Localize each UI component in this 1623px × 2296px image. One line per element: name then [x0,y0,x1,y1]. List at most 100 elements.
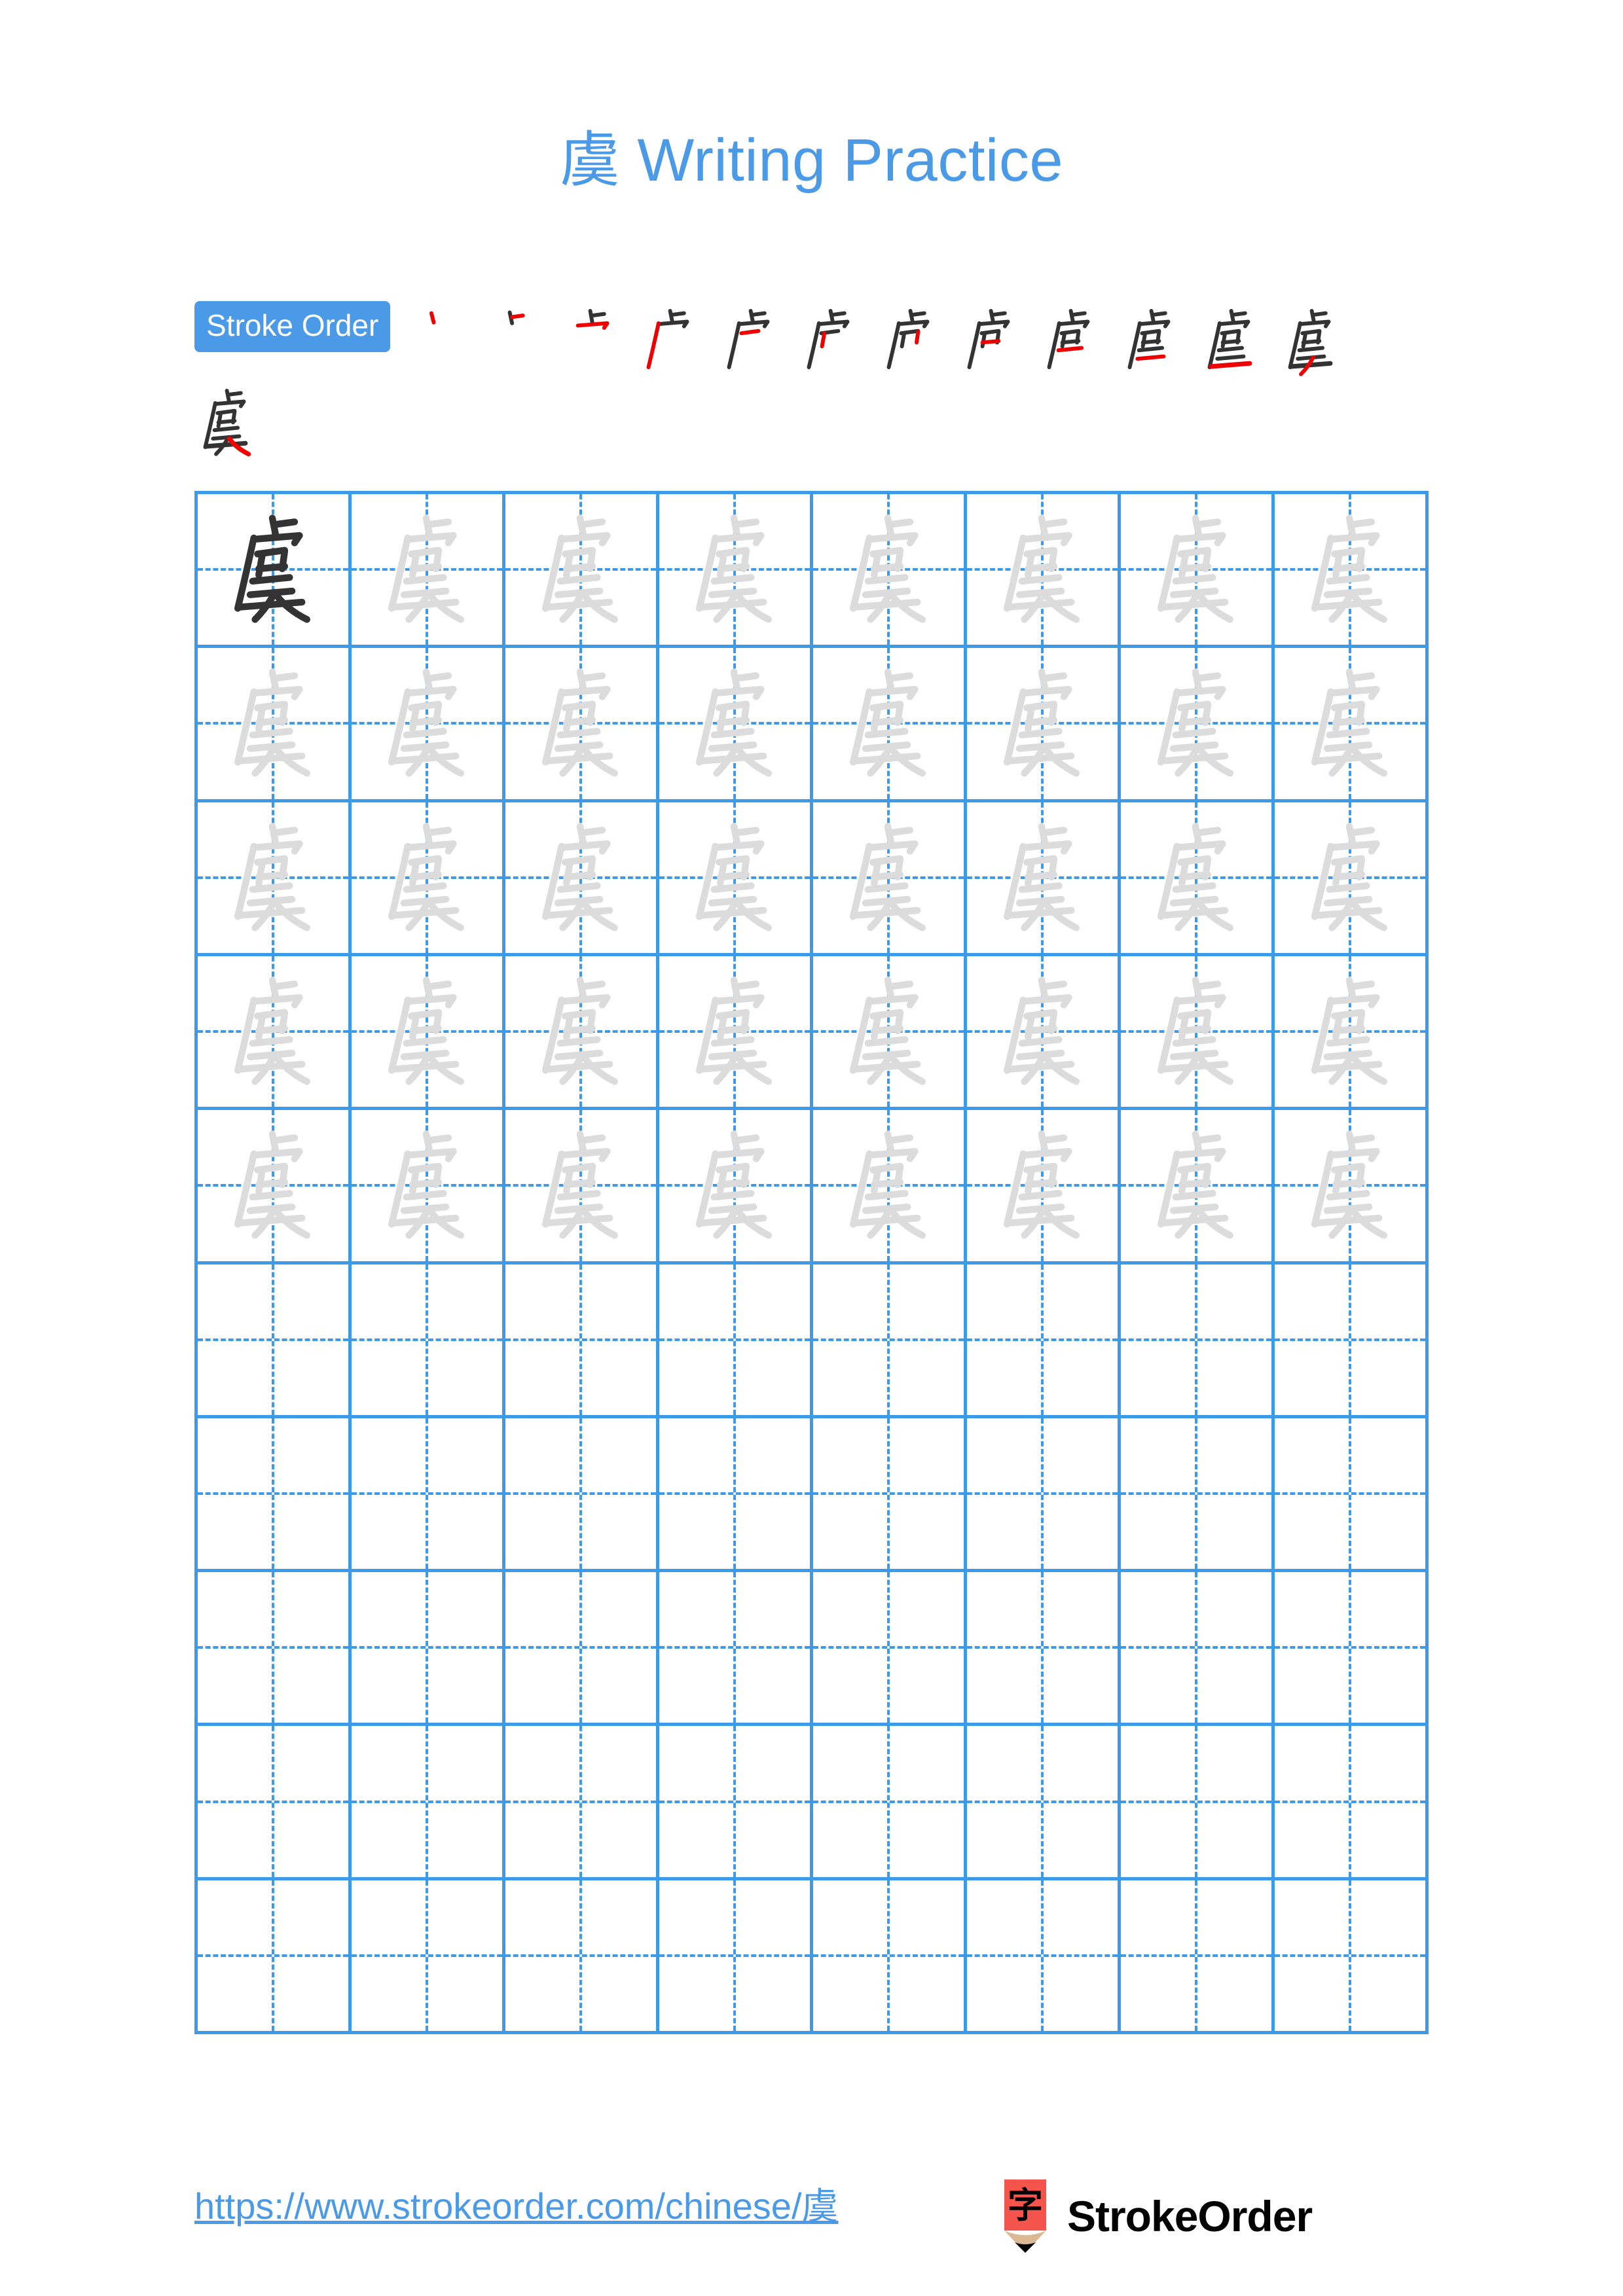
cell-horizontal-guide [1121,1338,1271,1341]
practice-cell[interactable] [1121,494,1275,649]
practice-cell[interactable] [198,648,352,802]
practice-cell[interactable] [198,1418,352,1573]
practice-cell[interactable] [967,802,1121,956]
practice-cell[interactable] [813,648,967,802]
practice-cell[interactable] [198,956,352,1111]
practice-cell[interactable] [505,648,659,802]
cell-horizontal-guide [967,1646,1118,1649]
practice-cell[interactable] [505,1264,659,1418]
practice-cell[interactable] [352,494,505,649]
trace-character [352,802,502,953]
practice-cell[interactable] [1275,1726,1429,1880]
practice-cell[interactable] [198,802,352,956]
practice-cell[interactable] [198,1880,352,2034]
practice-cell[interactable] [1121,648,1275,802]
brand-logo[interactable]: 字 StrokeOrder [995,2179,1313,2253]
practice-cell[interactable] [813,494,967,649]
practice-cell[interactable] [813,1110,967,1265]
practice-cell[interactable] [659,802,813,956]
practice-cell[interactable] [1275,1264,1429,1418]
practice-cell[interactable] [659,1110,813,1265]
practice-cell[interactable] [1121,1572,1275,1727]
practice-cell[interactable] [505,1110,659,1265]
practice-cell[interactable] [659,494,813,649]
practice-cell[interactable] [505,1418,659,1573]
practice-cell[interactable] [813,956,967,1111]
practice-cell[interactable] [505,494,659,649]
practice-cell[interactable] [1275,1572,1429,1727]
practice-cell[interactable] [198,1572,352,1727]
practice-cell[interactable] [505,1880,659,2034]
practice-cell[interactable] [1275,1880,1429,2034]
practice-cell[interactable] [967,1726,1121,1880]
practice-cell[interactable] [1121,1264,1275,1418]
trace-character [505,1110,656,1261]
cell-vertical-guide [733,1726,736,1877]
cell-vertical-guide [1349,1726,1351,1877]
practice-cell[interactable] [967,1264,1121,1418]
practice-cell[interactable] [967,1880,1121,2034]
practice-cell[interactable] [813,1264,967,1418]
practice-cell[interactable] [505,802,659,956]
cell-vertical-guide [733,1880,736,2031]
practice-cell[interactable] [352,1264,505,1418]
practice-cell[interactable] [1275,802,1429,956]
practice-cell[interactable] [1121,802,1275,956]
practice-cell[interactable] [198,1264,352,1418]
practice-cell[interactable] [505,1572,659,1727]
practice-cell[interactable] [352,648,505,802]
practice-cell[interactable] [967,494,1121,649]
practice-cell[interactable] [352,1880,505,2034]
practice-cell[interactable] [813,1726,967,1880]
practice-cell[interactable] [1275,1418,1429,1573]
trace-character [1121,648,1271,798]
practice-cell[interactable] [659,956,813,1111]
practice-cell[interactable] [659,648,813,802]
practice-cell[interactable] [813,1418,967,1573]
practice-cell[interactable] [505,1726,659,1880]
practice-cell[interactable] [813,802,967,956]
practice-cell[interactable] [1121,1418,1275,1573]
practice-cell[interactable] [967,648,1121,802]
practice-cell[interactable] [967,1572,1121,1727]
practice-cell[interactable] [352,1418,505,1573]
practice-cell[interactable] [1275,956,1429,1111]
practice-cell[interactable] [1121,1880,1275,2034]
cell-vertical-guide [1041,1264,1044,1415]
stroke-step-10-glyph [1127,309,1171,370]
stroke-step-5-glyph [727,309,770,370]
practice-cell[interactable] [813,1880,967,2034]
practice-cell[interactable] [505,956,659,1111]
practice-cell[interactable] [352,802,505,956]
pencil-icon: 字 [1004,2179,1046,2253]
cell-horizontal-guide [198,1954,348,1957]
practice-cell[interactable] [813,1572,967,1727]
practice-cell[interactable] [1121,1726,1275,1880]
practice-cell[interactable] [1121,956,1275,1111]
practice-cell[interactable] [1275,494,1429,649]
practice-cell[interactable] [659,1418,813,1573]
practice-cell[interactable] [198,1110,352,1265]
cell-horizontal-guide [967,1800,1118,1803]
practice-cell[interactable] [198,494,352,649]
practice-cell[interactable] [352,1572,505,1727]
cell-horizontal-guide [659,1492,810,1495]
practice-cell[interactable] [659,1572,813,1727]
trace-character [505,494,656,645]
practice-cell[interactable] [659,1264,813,1418]
practice-cell[interactable] [198,1726,352,1880]
practice-cell[interactable] [659,1726,813,1880]
practice-cell[interactable] [352,1110,505,1265]
practice-cell[interactable] [1121,1110,1275,1265]
practice-cell[interactable] [352,956,505,1111]
practice-cell[interactable] [967,1418,1121,1573]
cell-vertical-guide [579,1880,582,2031]
footer-url-link[interactable]: https://www.strokeorder.com/chinese/虞 [194,2186,839,2227]
practice-cell[interactable] [967,1110,1121,1265]
practice-cell[interactable] [1275,648,1429,802]
practice-cell[interactable] [1275,1110,1429,1265]
practice-cell[interactable] [352,1726,505,1880]
cell-vertical-guide [733,1418,736,1570]
practice-cell[interactable] [659,1880,813,2034]
practice-cell[interactable] [967,956,1121,1111]
